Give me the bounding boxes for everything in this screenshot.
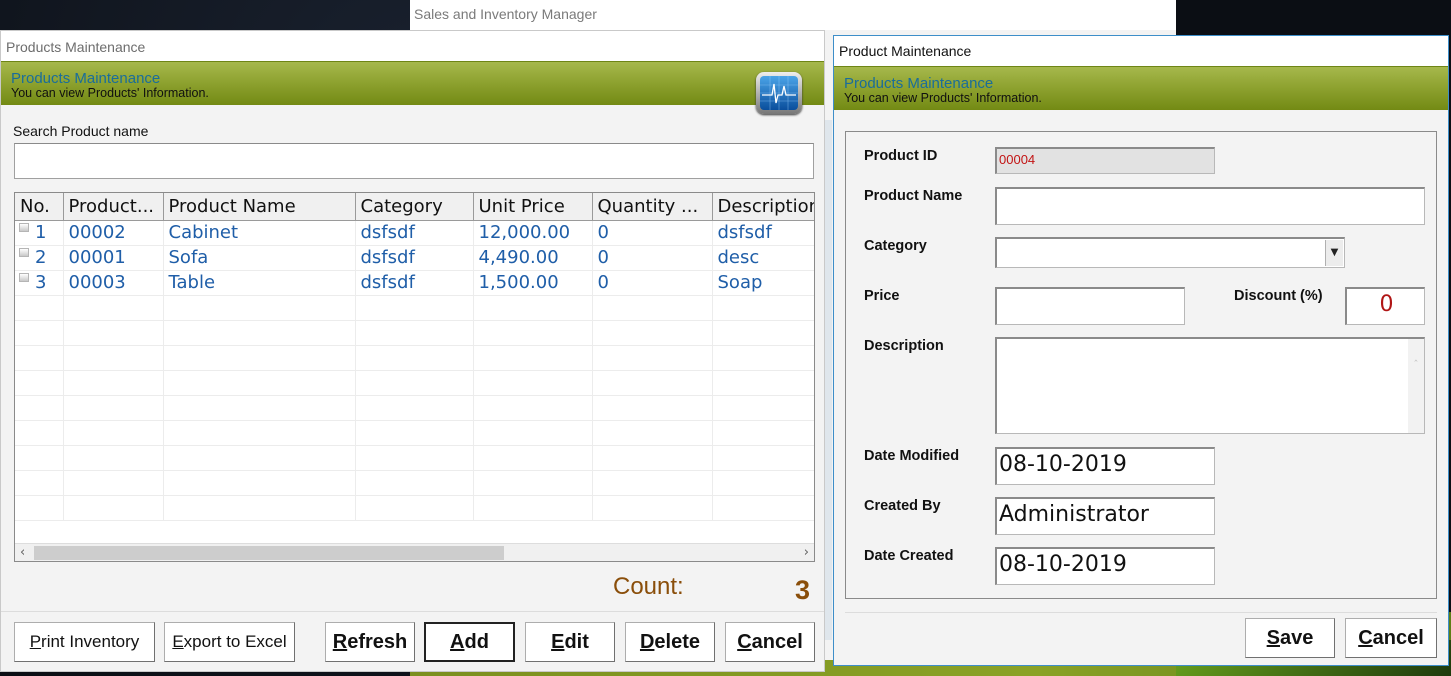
product-details-group: Product ID 00004 Product Name Category ▼…: [845, 131, 1437, 599]
column-header-product-id[interactable]: Product...: [63, 193, 164, 221]
column-header-unit-price[interactable]: Unit Price: [473, 193, 593, 221]
count-value: 3: [795, 575, 811, 605]
banner-title: Products Maintenance: [844, 75, 994, 92]
divider: [845, 612, 1437, 613]
empty-row: [15, 495, 814, 521]
window-title: Product Maintenance: [834, 36, 1448, 66]
main-app-title: Sales and Inventory Manager: [410, 0, 1176, 30]
category-select[interactable]: ▼: [995, 237, 1345, 268]
cell-product-name: Table: [163, 270, 356, 296]
description-label: Description: [864, 338, 944, 354]
created-by-field[interactable]: Administrator: [995, 497, 1215, 535]
product-id-field[interactable]: 00004: [995, 147, 1215, 174]
description-textarea[interactable]: ‸: [995, 337, 1425, 434]
export-to-excel-button[interactable]: Export to Excel: [164, 622, 295, 662]
delete-button[interactable]: Delete: [625, 622, 715, 662]
row-checkbox[interactable]: [19, 222, 29, 232]
cell-category: dsfsdf: [355, 220, 474, 246]
cell-quantity: 0: [592, 245, 713, 271]
cell-no: 2: [35, 247, 47, 268]
horizontal-scrollbar[interactable]: ‹ ›: [15, 543, 814, 561]
row-checkbox[interactable]: [19, 272, 29, 282]
cell-product-id: 00002: [63, 220, 164, 246]
product-name-input[interactable]: [995, 187, 1425, 225]
count-label: Count:: [613, 573, 684, 600]
chevron-down-icon[interactable]: ▼: [1325, 240, 1343, 266]
search-label: Search Product name: [13, 123, 149, 139]
banner-subtitle: You can view Products' Information.: [844, 91, 1042, 105]
cell-no: 1: [35, 222, 47, 243]
scrollbar-thumb[interactable]: [34, 546, 504, 560]
cell-product-name: Sofa: [163, 245, 356, 271]
cell-quantity: 0: [592, 270, 713, 296]
product-name-label: Product Name: [864, 188, 963, 204]
vertical-scrollbar[interactable]: ‸: [1408, 339, 1424, 433]
created-by-label: Created By: [864, 498, 941, 514]
cell-description: dsfsdf: [712, 220, 814, 246]
cell-description: desc: [712, 245, 814, 271]
cell-category: dsfsdf: [355, 270, 474, 296]
column-header-description[interactable]: Description: [712, 193, 814, 221]
date-created-label: Date Created: [864, 548, 954, 564]
empty-row: [15, 395, 814, 421]
price-input[interactable]: [995, 287, 1185, 325]
scroll-left-icon[interactable]: ‹: [20, 544, 25, 561]
column-header-quantity[interactable]: Quantity ...: [592, 193, 713, 221]
empty-row: [15, 470, 814, 496]
search-product-input[interactable]: [14, 143, 814, 179]
empty-row: [15, 345, 814, 371]
table-row[interactable]: 2 00001 Sofa dsfsdf 4,490.00 0 desc: [15, 245, 814, 271]
header-banner: Products Maintenance You can view Produc…: [1, 61, 824, 114]
date-modified-field[interactable]: 08-10-2019: [995, 447, 1215, 485]
products-list-window: Products Maintenance Products Maintenanc…: [0, 30, 825, 672]
date-created-field[interactable]: 08-10-2019: [995, 547, 1215, 585]
banner-title: Products Maintenance: [11, 70, 161, 87]
scroll-up-icon[interactable]: ‸: [1408, 341, 1424, 373]
cell-quantity: 0: [592, 220, 713, 246]
grid-header-row: No. Product... Product Name Category Uni…: [15, 193, 814, 221]
cell-unit-price: 1,500.00: [473, 270, 593, 296]
product-form-window: Product Maintenance Products Maintenance…: [833, 35, 1449, 666]
table-row[interactable]: 3 00003 Table dsfsdf 1,500.00 0 Soap: [15, 270, 814, 296]
cell-unit-price: 12,000.00: [473, 220, 593, 246]
empty-row: [15, 420, 814, 446]
cell-no: 3: [35, 272, 47, 293]
print-inventory-button[interactable]: Print Inventory: [14, 622, 155, 662]
discount-label: Discount (%): [1234, 288, 1323, 304]
refresh-button[interactable]: Refresh: [325, 622, 415, 662]
cell-category: dsfsdf: [355, 245, 474, 271]
empty-row: [15, 295, 814, 321]
product-id-label: Product ID: [864, 148, 938, 164]
cell-description: Soap: [712, 270, 814, 296]
divider: [1, 611, 824, 612]
window-title: Products Maintenance: [1, 31, 824, 61]
header-banner: Products Maintenance You can view Produc…: [834, 66, 1448, 110]
products-grid: No. Product... Product Name Category Uni…: [14, 192, 815, 562]
column-header-product-name[interactable]: Product Name: [163, 193, 356, 221]
empty-row: [15, 445, 814, 471]
row-checkbox[interactable]: [19, 247, 29, 257]
save-button[interactable]: Save: [1245, 618, 1335, 658]
monitor-icon: [756, 72, 802, 114]
table-row[interactable]: 1 00002 Cabinet dsfsdf 12,000.00 0 dsfsd…: [15, 220, 814, 246]
form-cancel-button[interactable]: Cancel: [1345, 618, 1437, 658]
empty-row: [15, 370, 814, 396]
column-header-category[interactable]: Category: [355, 193, 474, 221]
add-button[interactable]: Add: [424, 622, 515, 662]
cell-product-id: 00003: [63, 270, 164, 296]
discount-input[interactable]: 0: [1345, 287, 1425, 325]
cell-product-id: 00001: [63, 245, 164, 271]
cancel-button[interactable]: Cancel: [725, 622, 815, 662]
price-label: Price: [864, 288, 900, 304]
empty-row: [15, 320, 814, 346]
category-label: Category: [864, 238, 927, 254]
date-modified-label: Date Modified: [864, 448, 960, 464]
column-header-no[interactable]: No.: [15, 193, 64, 221]
edit-button[interactable]: Edit: [525, 622, 615, 662]
banner-subtitle: You can view Products' Information.: [11, 86, 209, 100]
cell-unit-price: 4,490.00: [473, 245, 593, 271]
cell-product-name: Cabinet: [163, 220, 356, 246]
scroll-right-icon[interactable]: ›: [804, 544, 809, 561]
